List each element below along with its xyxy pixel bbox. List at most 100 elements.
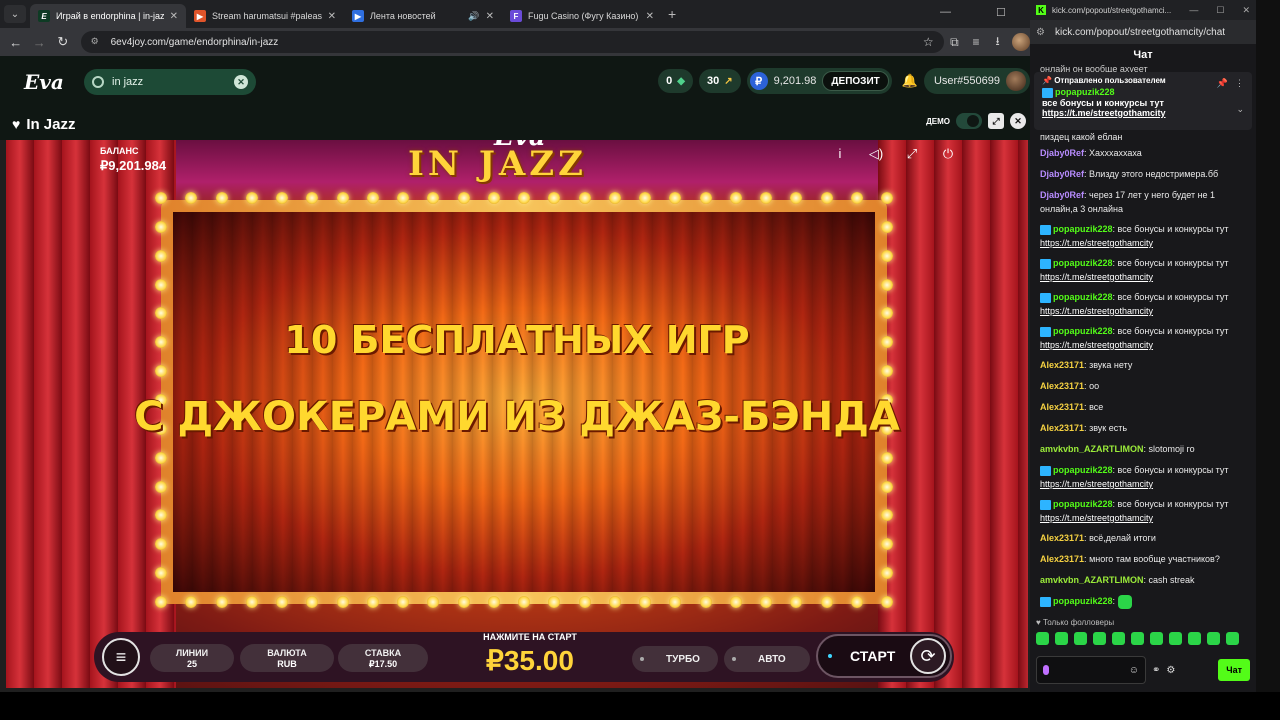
close-icon[interactable]: ✕	[170, 11, 178, 22]
close-icon[interactable]: ✕	[328, 11, 336, 22]
emote-icon[interactable]	[1093, 632, 1106, 645]
chat-message-list[interactable]: онлайн он вообще ахуеет пиздец какой ебл…	[1030, 60, 1256, 620]
chat-username[interactable]: Djaby0Ref	[1040, 148, 1084, 158]
maximize-icon[interactable]: ☐	[996, 6, 1006, 19]
favorite-heart-icon[interactable]: ♥	[12, 116, 20, 132]
message-link[interactable]: https://t.me/streetgothamcity	[1040, 306, 1153, 316]
bell-icon[interactable]: 🔔	[902, 73, 918, 89]
send-chat-button[interactable]: Чат	[1218, 659, 1250, 681]
minimize-icon[interactable]: —	[1189, 5, 1198, 16]
tab-search-button[interactable]: ⌄	[4, 5, 26, 23]
info-icon[interactable]: i	[832, 146, 848, 162]
tab-news[interactable]: ▶ Лента новостей 🔊 ✕	[344, 4, 502, 28]
settings-gear-icon[interactable]: ⚙	[1166, 665, 1175, 676]
pinned-user[interactable]: popapuzik228	[1055, 87, 1115, 97]
emote-icon[interactable]	[1055, 632, 1068, 645]
chat-url-bar[interactable]: ⚙ kick.com/popout/streetgothamcity/chat	[1030, 20, 1256, 44]
chat-username[interactable]: Alex23171	[1040, 360, 1084, 370]
more-vertical-icon[interactable]: ⋮	[1235, 78, 1244, 89]
game-canvas[interactable]: БАЛАНС ₽9,201.984 IN JAZZ Eva i ◁) ⤢ ⏻ 1…	[6, 140, 1028, 688]
chat-username[interactable]: popapuzik228	[1053, 224, 1113, 234]
emote-icon[interactable]	[1169, 632, 1182, 645]
pinned-link[interactable]: https://t.me/streetgothamcity	[1042, 108, 1244, 118]
chat-username[interactable]: amvkvbn_AZARTLIMON	[1040, 444, 1144, 454]
power-icon[interactable]: ⏻	[940, 146, 956, 162]
clear-search-icon[interactable]: ✕	[234, 75, 248, 89]
reload-icon[interactable]: ↻	[51, 34, 75, 50]
chat-username[interactable]: popapuzik228	[1053, 258, 1113, 268]
bonus-pill[interactable]: 0 ◆	[658, 69, 693, 93]
close-game-icon[interactable]: ✕	[1010, 113, 1026, 129]
turbo-toggle[interactable]: ТУРБО	[632, 646, 718, 672]
user-menu[interactable]: User#550699	[923, 68, 1030, 94]
freespins-pill[interactable]: 30 ↗	[698, 69, 741, 93]
speaker-icon[interactable]: 🔊	[468, 11, 479, 22]
tab-stream[interactable]: ▶ Stream harumatsui #paleasther ✕	[186, 4, 344, 28]
expand-icon[interactable]: ⤢	[904, 146, 920, 162]
chat-username[interactable]: Alex23171	[1040, 423, 1084, 433]
forward-arrow-icon[interactable]: →	[28, 35, 52, 50]
chat-username[interactable]: amvkvbn_AZARTLIMON	[1040, 575, 1144, 585]
chat-username[interactable]: Alex23171	[1040, 554, 1084, 564]
chevron-down-icon[interactable]: ⌄	[1236, 104, 1244, 115]
emote-icon[interactable]	[1150, 632, 1163, 645]
close-icon[interactable]: ✕	[646, 11, 654, 22]
tab-in-jazz[interactable]: E Играй в endorphina | in-jazz E ✕	[30, 4, 186, 28]
close-icon[interactable]: ✕	[486, 11, 494, 22]
auto-toggle[interactable]: АВТО	[724, 646, 810, 672]
site-info-icon[interactable]: ⚙	[91, 36, 103, 48]
sound-icon[interactable]: ◁)	[868, 146, 884, 162]
pinned-message[interactable]: 📌 Отправлено пользователем popapuzik228 …	[1034, 72, 1252, 130]
bookmark-star-icon[interactable]: ☆	[923, 35, 934, 49]
emote-icon[interactable]	[1226, 632, 1239, 645]
chat-username[interactable]: popapuzik228	[1053, 326, 1113, 336]
chat-username[interactable]: Alex23171	[1040, 381, 1084, 391]
spin-arrows-icon[interactable]: ⟳	[910, 638, 946, 674]
eva-logo[interactable]: Eva	[24, 70, 64, 94]
links-icon[interactable]: ⚭	[1152, 665, 1160, 676]
chat-message-input[interactable]: ☺	[1036, 656, 1146, 684]
emote-icon[interactable]	[1131, 632, 1144, 645]
currency-selector[interactable]: ВАЛЮТА RUB	[240, 644, 334, 672]
emote-icon[interactable]	[1074, 632, 1087, 645]
tab-fugu[interactable]: F Fugu Casino (Фугу Казино) - р ✕	[502, 4, 662, 28]
minimize-icon[interactable]: —	[940, 6, 951, 18]
message-link[interactable]: https://t.me/streetgothamcity	[1040, 340, 1153, 350]
site-settings-icon[interactable]: ⚙	[1036, 27, 1045, 38]
back-arrow-icon[interactable]: ←	[4, 35, 28, 50]
download-icon[interactable]: ⭳	[987, 32, 1009, 53]
chat-username[interactable]: Alex23171	[1040, 402, 1084, 412]
chat-username[interactable]: Djaby0Ref	[1040, 190, 1084, 200]
chat-username[interactable]: popapuzik228	[1053, 499, 1113, 509]
emote-icon[interactable]	[1036, 632, 1049, 645]
message-link[interactable]: https://t.me/streetgothamcity	[1040, 513, 1153, 523]
menu-lines-icon[interactable]: ≡	[965, 35, 987, 49]
search-input[interactable]: in jazz ✕	[84, 69, 256, 95]
maximize-icon[interactable]: ☐	[1216, 5, 1224, 16]
extensions-icon[interactable]: ⧉	[944, 35, 966, 50]
emote-icon[interactable]	[1207, 632, 1220, 645]
hamburger-menu-icon[interactable]: ≡	[102, 638, 140, 676]
message-link[interactable]: https://t.me/streetgothamcity	[1040, 272, 1153, 282]
chat-username[interactable]: Alex23171	[1040, 533, 1084, 543]
emoji-icon[interactable]: ☺	[1129, 665, 1139, 676]
lines-selector[interactable]: ЛИНИИ 25	[150, 644, 234, 672]
chat-username[interactable]: popapuzik228	[1053, 465, 1113, 475]
balance-pill[interactable]: ₽ 9,201.98 ДЕПОЗИТ	[746, 68, 892, 94]
demo-toggle[interactable]	[956, 113, 982, 129]
fullscreen-icon[interactable]: ⤢	[988, 113, 1004, 129]
chat-username[interactable]: Djaby0Ref	[1040, 169, 1084, 179]
start-button[interactable]: СТАРТ ⟳	[816, 634, 952, 678]
new-tab-plus-icon[interactable]: +	[668, 6, 676, 22]
emote-icon[interactable]	[1112, 632, 1125, 645]
chat-username[interactable]: popapuzik228	[1053, 596, 1113, 606]
url-field[interactable]: ⚙ 6ev4joy.com/game/endorphina/in-jazz ☆	[80, 31, 944, 53]
close-icon[interactable]: ✕	[1242, 5, 1250, 16]
chat-username[interactable]: popapuzik228	[1053, 292, 1113, 302]
message-link[interactable]: https://t.me/streetgothamcity	[1040, 238, 1153, 248]
stake-selector[interactable]: СТАВКА ₽17.50	[338, 644, 428, 672]
profile-avatar[interactable]	[1012, 33, 1030, 51]
emote-icon[interactable]	[1188, 632, 1201, 645]
pin-icon[interactable]: 📌	[1217, 78, 1228, 89]
message-link[interactable]: https://t.me/streetgothamcity	[1040, 479, 1153, 489]
